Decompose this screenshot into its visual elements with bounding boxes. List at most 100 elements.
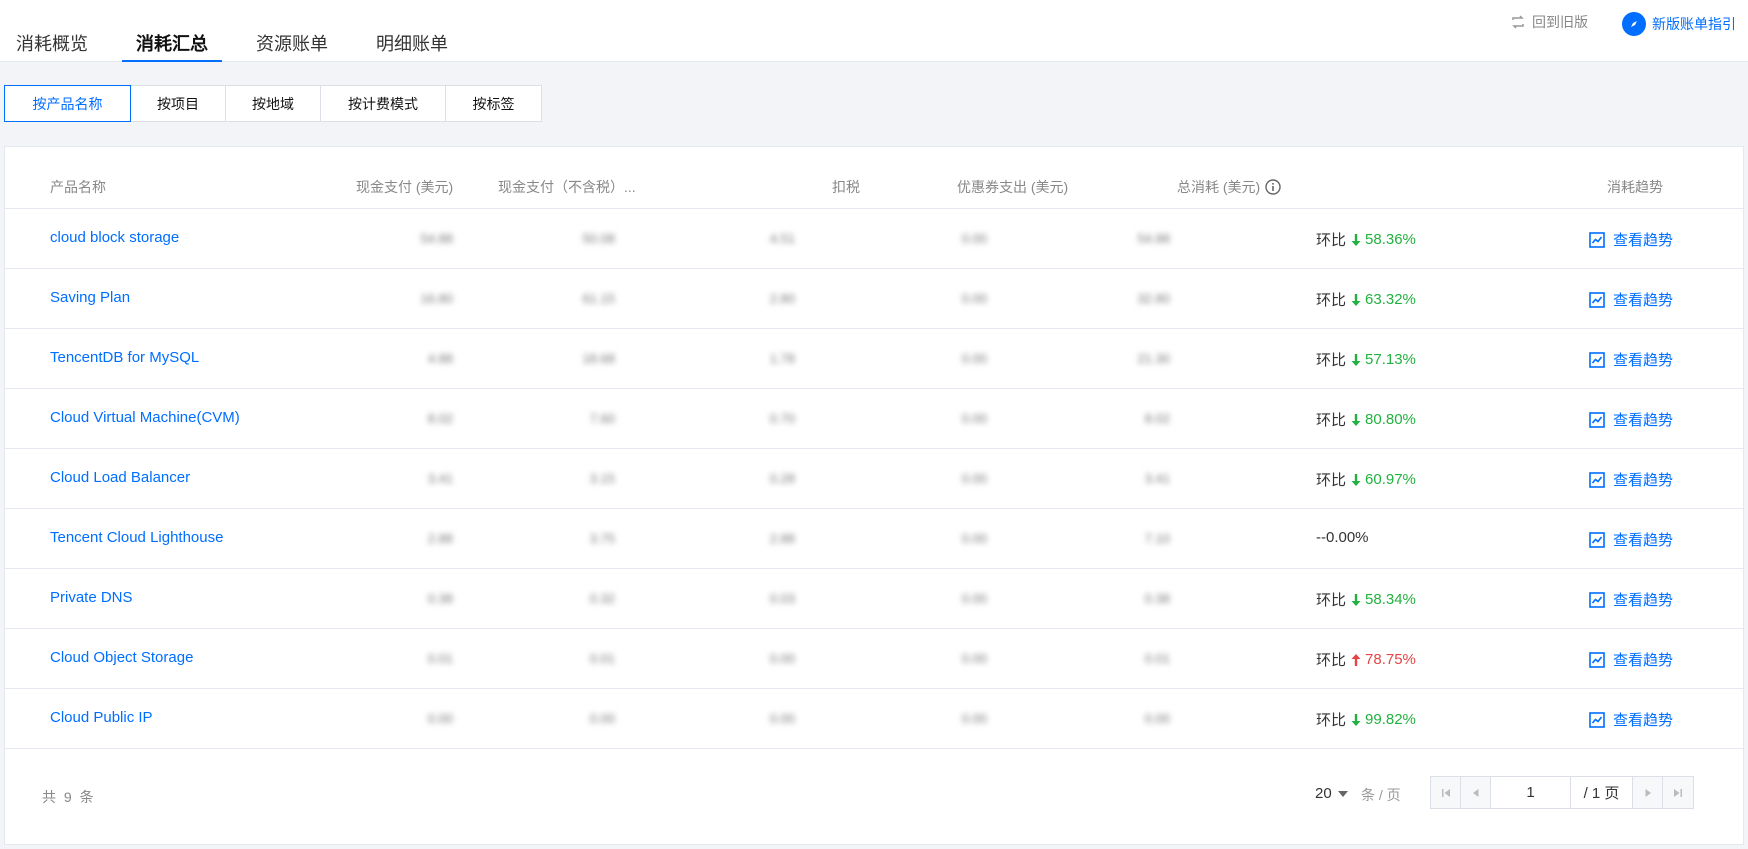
view-trend-label: 查看趋势 xyxy=(1613,232,1674,249)
total-consumption-value: 0.01 xyxy=(1144,651,1170,666)
product-name-link[interactable]: Tencent Cloud Lighthouse xyxy=(50,529,223,546)
arrow-down-icon xyxy=(1351,353,1361,366)
view-trend-link[interactable]: 查看趋势 xyxy=(1589,229,1673,250)
total-count: 共 9 条 xyxy=(42,789,96,805)
table-row: Cloud Virtual Machine(CVM) 8.02 7.60 0.7… xyxy=(5,389,1743,449)
last-page-button[interactable] xyxy=(1663,777,1693,808)
tab-consumption-overview[interactable]: 消耗概览 xyxy=(16,30,88,62)
tab-detail-bill[interactable]: 明细账单 xyxy=(376,30,448,62)
refresh-icon xyxy=(1512,15,1524,29)
view-trend-link[interactable]: 查看趋势 xyxy=(1589,409,1673,430)
segment-by-billing-mode[interactable]: 按计费模式 xyxy=(320,85,446,122)
arrow-down-icon xyxy=(1351,473,1361,486)
group-by-segmented-control: 按产品名称 按项目 按地域 按计费模式 按标签 xyxy=(4,85,542,122)
mom-label: 环比 xyxy=(1316,472,1347,489)
back-to-old-version-link[interactable]: 回到旧版 xyxy=(1510,12,1588,32)
product-name-link[interactable]: Cloud Load Balancer xyxy=(50,469,190,486)
product-name-link[interactable]: cloud block storage xyxy=(50,229,179,246)
page-number-input[interactable] xyxy=(1491,777,1571,808)
cash-payment-no-tax-value: 0.01 xyxy=(589,651,615,666)
table-row: Cloud Load Balancer 3.41 3.15 0.28 0.00 … xyxy=(5,449,1743,509)
view-trend-link[interactable]: 查看趋势 xyxy=(1589,649,1673,670)
trend-chart-icon xyxy=(1589,291,1605,308)
month-over-month: --0.00% xyxy=(1316,529,1369,546)
table-row: Private DNS 0.38 0.32 0.03 0.00 0.38 环比 5… xyxy=(5,569,1743,629)
tax-value: 1.78 xyxy=(769,351,795,366)
table-row: Tencent Cloud Lighthouse 2.88 3.75 2.88 … xyxy=(5,509,1743,569)
mom-percent: 58.36% xyxy=(1365,231,1416,248)
mom-label: 环比 xyxy=(1316,592,1347,609)
mom-label: 环比 xyxy=(1316,712,1347,729)
view-trend-label: 查看趋势 xyxy=(1613,652,1674,669)
view-trend-link[interactable]: 查看趋势 xyxy=(1589,709,1673,730)
segment-by-product[interactable]: 按产品名称 xyxy=(4,85,131,122)
view-trend-link[interactable]: 查看趋势 xyxy=(1589,469,1673,490)
segment-by-project[interactable]: 按项目 xyxy=(130,85,226,122)
arrow-down-icon xyxy=(1351,293,1361,306)
arrow-down-icon xyxy=(1351,413,1361,426)
trend-chart-icon xyxy=(1589,531,1605,548)
product-name-link[interactable]: Private DNS xyxy=(50,589,133,606)
back-to-old-version-label: 回到旧版 xyxy=(1532,14,1588,30)
product-name-link[interactable]: Cloud Virtual Machine(CVM) xyxy=(50,409,240,426)
table-row: Cloud Object Storage 0.01 0.01 0.00 0.00… xyxy=(5,629,1743,689)
total-consumption-value: 21.30 xyxy=(1137,351,1170,366)
view-trend-label: 查看趋势 xyxy=(1613,292,1674,309)
total-consumption-value: 54.88 xyxy=(1137,231,1170,246)
mom-percent: 80.80% xyxy=(1365,411,1416,428)
mom-percent: 63.32% xyxy=(1365,291,1416,308)
arrow-up-icon xyxy=(1351,653,1361,666)
month-over-month: 环比 58.34% xyxy=(1316,589,1416,610)
view-trend-link[interactable]: 查看趋势 xyxy=(1589,289,1673,310)
cash-payment-no-tax-value: 7.60 xyxy=(589,411,615,426)
cash-payment-value: 0.01 xyxy=(427,651,453,666)
per-page-label: 条 / 页 xyxy=(1361,787,1401,803)
pagination: / 1 页 xyxy=(1430,776,1694,809)
tax-value: 2.88 xyxy=(769,531,795,546)
first-page-button[interactable] xyxy=(1431,777,1461,808)
arrow-down-icon xyxy=(1351,593,1361,606)
view-trend-link[interactable]: 查看趋势 xyxy=(1589,349,1673,370)
page-size-select[interactable]: 20 xyxy=(1315,785,1348,802)
tax-value: 0.00 xyxy=(769,651,795,666)
mom-label: 环比 xyxy=(1316,652,1347,669)
total-consumption-value: 8.02 xyxy=(1144,411,1170,426)
compass-icon xyxy=(1622,12,1646,36)
total-consumption-value: 32.80 xyxy=(1137,291,1170,306)
product-name-link[interactable]: Saving Plan xyxy=(50,289,130,306)
cash-payment-no-tax-value: 0.00 xyxy=(589,711,615,726)
product-name-link[interactable]: Cloud Object Storage xyxy=(50,649,193,666)
prev-page-icon xyxy=(1472,788,1478,797)
view-trend-label: 查看趋势 xyxy=(1613,472,1674,489)
mom-percent: 58.34% xyxy=(1365,591,1416,608)
next-page-button[interactable] xyxy=(1633,777,1663,808)
total-pages: / 1 页 xyxy=(1571,777,1633,808)
total-consumption-value: 0.38 xyxy=(1144,591,1170,606)
top-header: 消耗概览 消耗汇总 资源账单 明细账单 回到旧版 新版账单指引 xyxy=(0,0,1748,62)
table-footer: 共 9 条 20 条 / 页 / 1 页 xyxy=(5,753,1743,845)
table-header: 产品名称 现金支付 (美元) 现金支付（不含税）... 扣税 优惠券支出 (美元… xyxy=(5,147,1743,209)
mom-label: 环比 xyxy=(1316,412,1347,429)
info-icon[interactable] xyxy=(1265,179,1281,195)
next-page-icon xyxy=(1645,788,1651,797)
segment-by-tag[interactable]: 按标签 xyxy=(445,85,542,122)
mom-label: 环比 xyxy=(1316,232,1347,249)
header-product-name: 产品名称 xyxy=(50,179,106,195)
tab-consumption-summary[interactable]: 消耗汇总 xyxy=(122,30,222,62)
segment-by-region[interactable]: 按地域 xyxy=(225,85,321,122)
month-over-month: 环比 63.32% xyxy=(1316,289,1416,310)
coupon-value: 0.00 xyxy=(961,231,987,246)
prev-page-button[interactable] xyxy=(1461,777,1491,808)
view-trend-link[interactable]: 查看趋势 xyxy=(1589,529,1673,550)
product-name-link[interactable]: Cloud Public IP xyxy=(50,709,153,726)
summary-table-card: 产品名称 现金支付 (美元) 现金支付（不含税）... 扣税 优惠券支出 (美元… xyxy=(4,146,1744,845)
new-bill-guide-link[interactable]: 新版账单指引 xyxy=(1622,12,1736,36)
table-row: TencentDB for MySQL 4.88 18.68 1.78 0.00… xyxy=(5,329,1743,389)
tab-resource-bill[interactable]: 资源账单 xyxy=(256,30,328,62)
caret-down-icon xyxy=(1337,790,1348,797)
product-name-link[interactable]: TencentDB for MySQL xyxy=(50,349,199,366)
coupon-value: 0.00 xyxy=(961,291,987,306)
header-total-consumption: 总消耗 (美元) xyxy=(1177,177,1281,197)
coupon-value: 0.00 xyxy=(961,351,987,366)
view-trend-link[interactable]: 查看趋势 xyxy=(1589,589,1673,610)
